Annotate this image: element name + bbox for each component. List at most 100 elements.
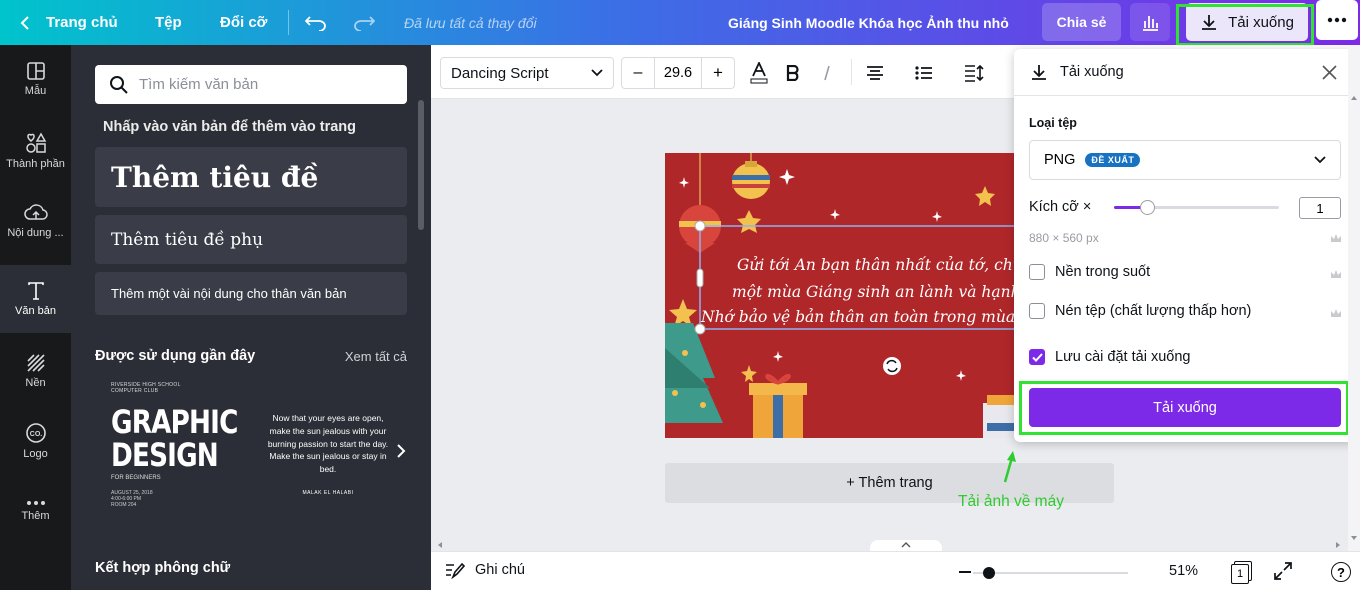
rail-text[interactable]: Văn bản — [0, 265, 71, 333]
popup-header: Tải xuống — [1014, 49, 1356, 96]
size-slider[interactable] — [1114, 200, 1279, 215]
zoom-value[interactable]: 51% — [1169, 563, 1198, 579]
zoom-out-icon[interactable] — [959, 571, 971, 573]
recent-template-graphic-design[interactable]: RIVERSIDE HIGH SCHOOL COMPUTER CLUB GRAP… — [111, 382, 241, 522]
rail-elements[interactable]: Thành phần — [0, 117, 71, 185]
save-settings-label: Lưu cài đặt tải xuống — [1055, 349, 1191, 365]
download-icon — [1032, 65, 1046, 80]
scroll-up-icon — [1351, 96, 1357, 100]
zoom-slider[interactable] — [973, 567, 1128, 579]
bar-chart-icon — [1143, 16, 1158, 31]
panel-hint: Nhấp vào văn bản để thêm vào trang — [103, 119, 356, 135]
expand-icon — [1274, 562, 1292, 580]
more-options-button[interactable] — [1316, 0, 1358, 40]
chevron-right-icon — [397, 444, 406, 458]
rail-logo[interactable]: CO. Logo — [0, 407, 71, 475]
chevron-up-icon — [901, 542, 911, 548]
size-label: Kích cỡ × — [1029, 199, 1092, 215]
home-label: Trang chủ — [46, 14, 118, 31]
font-size-stepper[interactable]: – 29.6 + — [621, 57, 735, 89]
home-link[interactable]: Trang chủ — [20, 0, 118, 45]
highlight-box — [1176, 4, 1314, 46]
popup-title: Tải xuống — [1060, 64, 1124, 80]
add-body-text-button[interactable]: Thêm một vài nội dung cho thân văn bản — [95, 272, 407, 315]
transparent-bg-checkbox[interactable] — [1029, 264, 1045, 280]
compress-option[interactable]: Nén tệp (chất lượng thấp hơn) — [1029, 303, 1251, 319]
bold-button[interactable] — [777, 57, 809, 89]
size-slider-handle[interactable] — [1140, 200, 1155, 215]
save-settings-checkbox[interactable] — [1029, 349, 1045, 365]
undo-button[interactable] — [305, 0, 327, 45]
rail-label: Mẫu — [24, 85, 47, 97]
chevron-down-icon — [591, 69, 603, 77]
transparent-bg-option[interactable]: Nền trong suốt — [1029, 264, 1150, 280]
close-icon — [1322, 65, 1337, 80]
page-scrollbar[interactable] — [1348, 45, 1360, 551]
increase-size-button[interactable]: + — [702, 58, 734, 88]
text-panel: Tìm kiếm văn bản Nhấp vào văn bản để thê… — [71, 45, 431, 590]
share-button[interactable]: Chia sẻ — [1042, 3, 1121, 41]
bullet-list-icon — [915, 66, 932, 80]
list-button[interactable] — [908, 57, 940, 89]
search-placeholder: Tìm kiếm văn bản — [139, 76, 259, 93]
more-horizontal-icon — [1327, 17, 1347, 23]
save-settings-option[interactable]: Lưu cài đặt tải xuống — [1029, 349, 1190, 365]
align-button[interactable] — [859, 57, 891, 89]
font-size-input[interactable]: 29.6 — [654, 58, 702, 88]
notes-label: Ghi chú — [475, 562, 525, 578]
divider — [851, 59, 852, 85]
rail-label: Thêm — [21, 510, 50, 522]
scroll-right-icon[interactable] — [1335, 541, 1341, 549]
redo-button[interactable] — [353, 0, 375, 45]
font-family-select[interactable]: Dancing Script — [440, 57, 614, 89]
file-type-select[interactable]: PNG ĐỀ XUẤT — [1029, 140, 1341, 180]
svg-text:CO.: CO. — [29, 431, 42, 438]
design-text-line-2[interactable]: một mùa Giáng sinh an lành và hạnh p — [732, 283, 1035, 301]
design-text-line-3[interactable]: Nhớ bảo vệ bản thân an toàn trong mùa dị… — [701, 308, 1044, 326]
size-input[interactable]: 1 — [1299, 197, 1341, 219]
see-all-link[interactable]: Xem tất cả — [345, 349, 407, 364]
file-type-label: Loại tệp — [1029, 116, 1077, 130]
check-icon — [1031, 352, 1043, 362]
decrease-size-button[interactable]: – — [622, 58, 654, 88]
help-button[interactable]: ? — [1331, 562, 1351, 582]
rail-uploads[interactable]: Nội dung ... — [0, 187, 71, 255]
file-menu[interactable]: Tệp — [155, 0, 182, 45]
panel-scrollbar[interactable] — [418, 100, 424, 230]
document-title[interactable]: Giáng Sinh Moodle Khóa học Ảnh thu nhỏ — [728, 0, 1009, 45]
add-heading-button[interactable]: Thêm tiêu đề — [95, 147, 407, 207]
search-input[interactable]: Tìm kiếm văn bản — [95, 65, 407, 104]
close-popup-button[interactable] — [1322, 65, 1337, 85]
rail-more[interactable]: Thêm — [0, 477, 71, 545]
design-text-line-1[interactable]: Gửi tới An bạn thân nhất của tớ, chúc — [737, 256, 1031, 274]
background-icon — [26, 354, 45, 372]
insights-button[interactable] — [1130, 3, 1170, 41]
transparent-bg-label: Nền trong suốt — [1055, 264, 1151, 280]
italic-button[interactable] — [811, 57, 843, 89]
text-color-button[interactable] — [743, 57, 775, 89]
page-count-button[interactable]: 1 — [1231, 561, 1253, 584]
recent-template-quote[interactable]: Now that your eyes are open, make the su… — [267, 412, 389, 497]
add-subheading-button[interactable]: Thêm tiêu đề phụ — [95, 215, 407, 264]
zoom-slider-handle[interactable] — [982, 567, 995, 579]
line-spacing-icon — [965, 64, 984, 82]
resize-menu[interactable]: Đổi cỡ — [220, 0, 267, 45]
recent-heading: Được sử dụng gần đây — [95, 348, 256, 364]
rail-templates[interactable]: Mẫu — [0, 45, 71, 113]
shapes-icon — [25, 132, 46, 153]
annotation-text: Tải ảnh về máy — [958, 493, 1064, 510]
rail-backgrounds[interactable]: Nền — [0, 337, 71, 405]
thumb-club: COMPUTER CLUB — [111, 388, 159, 394]
spacing-button[interactable] — [958, 57, 990, 89]
notes-button[interactable]: Ghi chú — [445, 561, 525, 579]
logo-icon: CO. — [25, 423, 46, 443]
compress-checkbox[interactable] — [1029, 303, 1045, 319]
dimensions-text: 880 × 560 px — [1029, 231, 1099, 245]
top-bar: Trang chủ Tệp Đổi cỡ Đã lưu tất cả thay … — [0, 0, 1360, 45]
rail-label: Nội dung ... — [7, 227, 64, 239]
crown-icon — [1331, 234, 1341, 242]
search-icon — [110, 75, 128, 94]
fullscreen-button[interactable] — [1274, 562, 1292, 585]
scroll-left-icon[interactable] — [437, 541, 443, 549]
carousel-next-button[interactable] — [396, 443, 406, 464]
